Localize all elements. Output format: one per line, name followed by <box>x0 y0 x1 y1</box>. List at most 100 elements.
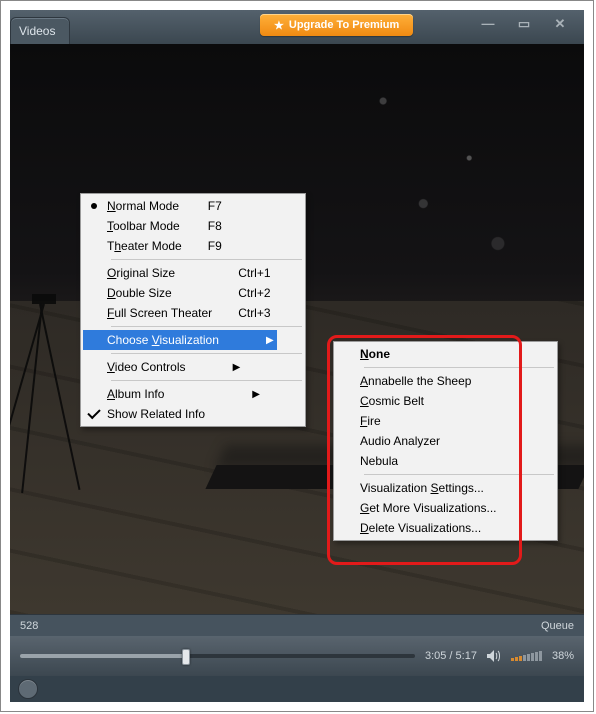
menu-item-accelerator <box>225 330 263 350</box>
visualization-submenu-item-cosmic-belt[interactable]: Cosmic Belt <box>336 391 529 411</box>
context-menu-item-original-size[interactable]: Original SizeCtrl+1 <box>83 263 303 283</box>
context-menu-separator <box>111 326 302 327</box>
menu-item-accelerator: F8 <box>188 216 240 236</box>
seek-thumb[interactable] <box>182 649 190 665</box>
volume-icon[interactable] <box>487 650 501 662</box>
context-menu-item-choose-visualization[interactable]: Choose Visualization ▶ <box>83 330 277 350</box>
visualization-submenu-item-audio-analyzer[interactable]: Audio Analyzer <box>336 431 529 451</box>
menu-item-accelerator: Ctrl+2 <box>218 283 288 303</box>
visualization-submenu-item-get-more-visualizations[interactable]: Get More Visualizations... <box>336 498 555 518</box>
menu-item-state-icon <box>83 384 105 404</box>
minimize-button[interactable]: — <box>476 16 500 32</box>
submenu-arrow-icon <box>434 344 448 364</box>
menu-item-label: Delete Visualizations... <box>358 518 503 538</box>
seek-fill <box>20 654 186 658</box>
menu-item-state-icon <box>336 344 358 364</box>
menu-item-accelerator <box>477 371 515 391</box>
submenu-arrow-icon <box>289 283 303 303</box>
info-left: 528 <box>20 620 38 632</box>
transport-button[interactable] <box>18 679 38 699</box>
visualization-submenu-item-annabelle-the-sheep[interactable]: Annabelle the Sheep <box>336 371 529 391</box>
visualization-submenu-item-fire[interactable]: Fire <box>336 411 529 431</box>
context-menu-item-theater-mode[interactable]: Theater ModeF9 <box>83 236 254 256</box>
context-menu-item-normal-mode[interactable]: Normal ModeF7 <box>83 196 254 216</box>
visualization-submenu-item-visualization-settings[interactable]: Visualization Settings... <box>336 478 555 498</box>
submenu-arrow-icon <box>249 404 263 424</box>
menu-item-label: Full Screen Theater <box>105 303 218 323</box>
visualization-submenu-item-none[interactable]: None <box>336 344 448 364</box>
menu-item-label: Nebula <box>358 451 477 471</box>
submenu-arrow-icon <box>541 518 555 538</box>
menu-item-state-icon <box>336 391 358 411</box>
submenu-arrow-icon: ▶ <box>263 330 277 350</box>
volume-slider[interactable] <box>511 651 542 661</box>
menu-item-accelerator: Ctrl+3 <box>218 303 288 323</box>
visualization-submenu-item-nebula[interactable]: Nebula <box>336 451 529 471</box>
menu-item-state-icon <box>83 216 105 236</box>
star-icon: ★ <box>274 19 284 32</box>
menu-item-accelerator: Ctrl+1 <box>218 263 288 283</box>
close-button[interactable]: ✕ <box>548 16 572 32</box>
menu-item-state-icon <box>83 303 105 323</box>
time-display: 3:05 / 5:17 <box>425 650 477 662</box>
menu-item-label: Video Controls <box>105 357 192 377</box>
maximize-button[interactable]: ▭ <box>512 16 536 32</box>
context-menu[interactable]: Normal ModeF7Toolbar ModeF8Theater ModeF… <box>80 193 306 427</box>
submenu-arrow-icon <box>240 216 254 236</box>
context-menu-separator <box>111 259 302 260</box>
tab-videos[interactable]: Videos <box>10 17 70 44</box>
menu-item-label: Audio Analyzer <box>358 431 477 451</box>
menu-item-accelerator <box>477 431 515 451</box>
menu-item-state-icon <box>83 196 105 216</box>
menu-item-label: Original Size <box>105 263 218 283</box>
submenu-arrow-icon <box>289 263 303 283</box>
info-bar: 528 Queue <box>10 614 584 638</box>
upgrade-button[interactable]: ★ Upgrade To Premium <box>260 14 413 36</box>
context-menu-item-toolbar-mode[interactable]: Toolbar ModeF8 <box>83 216 254 236</box>
menu-item-accelerator <box>192 357 230 377</box>
menu-item-state-icon <box>336 518 358 538</box>
menu-item-label: Album Info <box>105 384 211 404</box>
menu-item-state-icon <box>336 451 358 471</box>
context-menu-item-double-size[interactable]: Double SizeCtrl+2 <box>83 283 303 303</box>
menu-item-state-icon <box>83 263 105 283</box>
submenu-arrow-icon <box>515 411 529 431</box>
context-menu-item-video-controls[interactable]: Video Controls▶ <box>83 357 244 377</box>
context-menu-item-album-info[interactable]: Album Info▶ <box>83 384 263 404</box>
menu-item-accelerator: F9 <box>188 236 240 256</box>
menu-item-state-icon <box>336 371 358 391</box>
volume-percent: 38% <box>552 650 574 662</box>
menu-item-accelerator <box>211 404 249 424</box>
upgrade-label: Upgrade To Premium <box>289 19 399 31</box>
menu-item-accelerator <box>503 518 541 538</box>
menu-item-label: Get More Visualizations... <box>358 498 503 518</box>
window-controls: — ▭ ✕ <box>476 16 580 32</box>
visualization-submenu-separator <box>364 474 554 475</box>
menu-item-state-icon <box>336 498 358 518</box>
menu-item-label: Choose Visualization <box>105 330 225 350</box>
submenu-arrow-icon <box>240 196 254 216</box>
menu-item-label: Visualization Settings... <box>358 478 503 498</box>
visualization-submenu[interactable]: None Annabelle the SheepCosmic BeltFireAu… <box>333 341 558 541</box>
menu-item-state-icon <box>336 411 358 431</box>
context-menu-item-full-screen-theater[interactable]: Full Screen TheaterCtrl+3 <box>83 303 303 323</box>
titlebar: Videos ★ Upgrade To Premium — ▭ ✕ <box>10 10 584 44</box>
menu-item-accelerator <box>477 411 515 431</box>
context-menu-separator <box>111 380 302 381</box>
menu-item-label: Toolbar Mode <box>105 216 188 236</box>
submenu-arrow-icon <box>515 431 529 451</box>
menu-item-state-icon <box>83 283 105 303</box>
menu-item-label: Fire <box>358 411 477 431</box>
menu-item-state-icon <box>336 431 358 451</box>
submenu-arrow-icon <box>541 498 555 518</box>
context-menu-item-show-related-info[interactable]: Show Related Info <box>83 404 263 424</box>
time-separator: / <box>446 650 455 662</box>
visualization-submenu-item-delete-visualizations[interactable]: Delete Visualizations... <box>336 518 555 538</box>
menu-item-label: Annabelle the Sheep <box>358 371 477 391</box>
menu-item-state-icon <box>83 330 105 350</box>
seek-slider[interactable] <box>20 654 415 658</box>
menu-item-label: Theater Mode <box>105 236 188 256</box>
context-menu-separator <box>111 353 302 354</box>
queue-link[interactable]: Queue <box>541 620 574 632</box>
menu-item-accelerator: F7 <box>188 196 240 216</box>
